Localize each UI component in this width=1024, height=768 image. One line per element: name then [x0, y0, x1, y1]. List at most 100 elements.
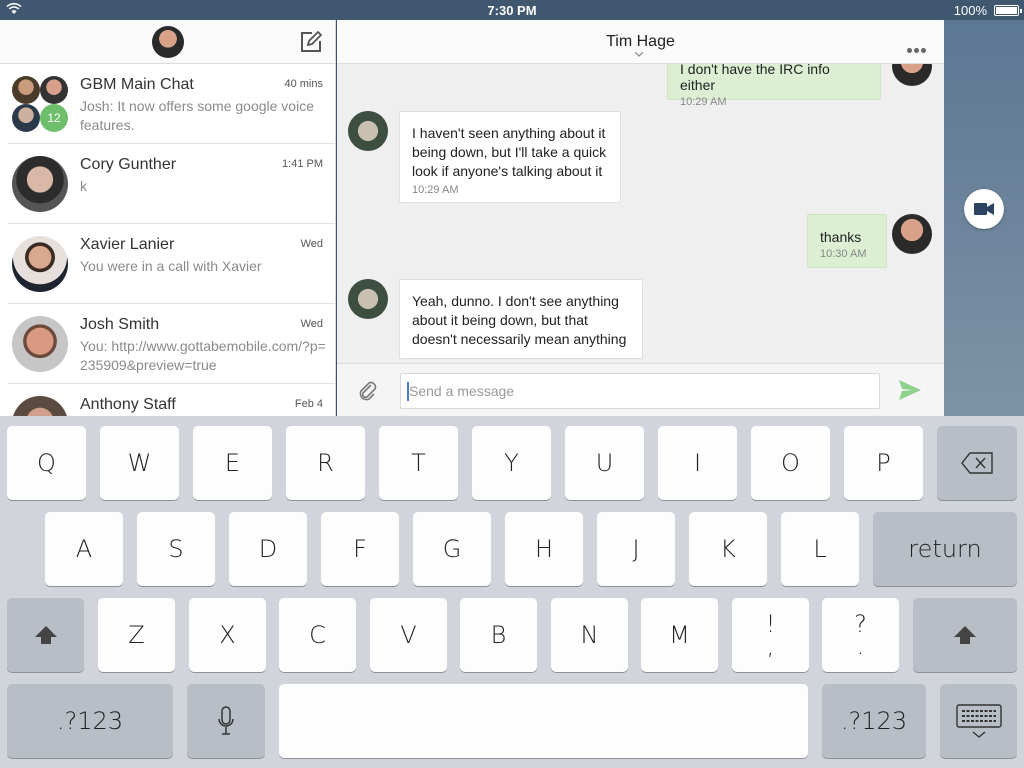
status-bar: 7:30 PM 100% — [0, 0, 1024, 20]
message-composer — [337, 363, 944, 416]
avatar — [12, 316, 68, 372]
conversation-item-xavier-lanier[interactable]: Xavier Lanier Wed You were in a call wit… — [8, 224, 335, 304]
conversation-snippet: Josh: It now offers some google voice fe… — [80, 98, 314, 133]
message-text: Yeah, dunno. I don't see anything about … — [412, 293, 627, 347]
chat-panel: I don't have the IRC info either 10:29 A… — [337, 20, 944, 416]
key-q[interactable]: Q — [7, 426, 86, 500]
key-w[interactable]: W — [100, 426, 179, 500]
conversation-item-cory-gunther[interactable]: Cory Gunther 1:41 PM k — [8, 144, 335, 224]
message-time: 10:30 AM — [820, 248, 867, 260]
key-exclamation-comma[interactable]: !, — [732, 598, 809, 672]
keyboard-dismiss-icon — [956, 704, 1002, 738]
contact-avatar — [348, 111, 388, 151]
chat-title[interactable]: Tim Hage — [337, 33, 944, 51]
key-question-period[interactable]: ?. — [822, 598, 899, 672]
conversation-time: Feb 4 — [294, 398, 323, 410]
key-r[interactable]: R — [286, 426, 365, 500]
key-k[interactable]: K — [689, 512, 767, 586]
conversation-snippet: You: http://www.gottabemobile.com/?p=235… — [80, 338, 326, 373]
message-outgoing: thanks 10:30 AM — [807, 214, 887, 268]
key-p[interactable]: P — [844, 426, 923, 500]
unread-badge: 12 — [40, 104, 68, 132]
numbers-key-left[interactable]: .?123 — [7, 684, 173, 758]
key-e[interactable]: E — [193, 426, 272, 500]
video-call-icon — [974, 203, 994, 215]
conversation-item-gbm-main-chat[interactable]: 12 GBM Main Chat 40 mins Josh: It now of… — [8, 64, 335, 144]
message-time: 10:29 AM — [412, 184, 459, 196]
send-icon[interactable] — [899, 380, 921, 400]
key-o[interactable]: O — [751, 426, 830, 500]
conversation-time: 1:41 PM — [282, 158, 323, 170]
message-text: I don't have the IRC info either — [680, 61, 830, 93]
message-field[interactable] — [400, 373, 880, 409]
battery-percent: 100% — [953, 3, 987, 18]
key-u[interactable]: U — [565, 426, 644, 500]
shift-icon — [35, 626, 57, 644]
shift-icon — [954, 626, 976, 644]
group-avatar: 12 — [10, 74, 70, 134]
conversation-name: Josh Smith — [80, 316, 160, 333]
key-d[interactable]: D — [229, 512, 307, 586]
dismiss-keyboard-key[interactable] — [940, 684, 1017, 758]
my-avatar[interactable] — [152, 26, 184, 58]
conversation-name: Xavier Lanier — [80, 236, 175, 253]
avatar — [12, 236, 68, 292]
key-l[interactable]: L — [781, 512, 859, 586]
conversation-name: GBM Main Chat — [80, 76, 194, 93]
battery-icon — [994, 5, 1022, 16]
key-t[interactable]: T — [379, 426, 458, 500]
key-f[interactable]: F — [321, 512, 399, 586]
key-b[interactable]: B — [460, 598, 537, 672]
shift-key-right[interactable] — [913, 598, 1017, 672]
conversation-time: Wed — [300, 318, 323, 330]
key-j[interactable]: J — [597, 512, 675, 586]
key-x[interactable]: X — [189, 598, 266, 672]
attach-icon[interactable] — [357, 380, 379, 402]
sidebar-header — [0, 20, 335, 64]
message-text: thanks — [820, 229, 862, 245]
key-g[interactable]: G — [413, 512, 491, 586]
conversation-item-anthony-staff[interactable]: Anthony Staff Feb 4 — [8, 384, 335, 416]
delete-icon — [961, 452, 993, 474]
message-incoming: Yeah, dunno. I don't see anything about … — [399, 279, 643, 359]
chevron-down-icon[interactable] — [635, 52, 643, 57]
conversation-name: Anthony Staff — [80, 396, 176, 413]
status-time: 7:30 PM — [487, 3, 537, 18]
avatar — [12, 156, 68, 212]
key-m[interactable]: M — [641, 598, 718, 672]
key-z[interactable]: Z — [98, 598, 175, 672]
chat-header: Tim Hage — [337, 20, 944, 64]
key-h[interactable]: H — [505, 512, 583, 586]
contact-avatar — [348, 279, 388, 319]
shift-key-left[interactable] — [7, 598, 84, 672]
conversation-snippet: You were in a call with Xavier — [80, 258, 262, 274]
more-icon[interactable] — [907, 40, 928, 58]
return-key[interactable]: return — [873, 512, 1017, 586]
key-n[interactable]: N — [551, 598, 628, 672]
compose-icon[interactable] — [300, 31, 322, 53]
key-c[interactable]: C — [279, 598, 356, 672]
video-call-button[interactable] — [964, 189, 1004, 229]
mic-icon — [218, 706, 234, 735]
space-key[interactable] — [279, 684, 808, 758]
key-s[interactable]: S — [137, 512, 215, 586]
message-time: 10:29 AM — [680, 96, 727, 108]
numbers-key-right[interactable]: .?123 — [822, 684, 926, 758]
my-avatar — [892, 214, 932, 254]
conversation-name: Cory Gunther — [80, 156, 177, 173]
avatar — [12, 396, 68, 416]
key-y[interactable]: Y — [472, 426, 551, 500]
conversation-time: Wed — [300, 238, 323, 250]
key-a[interactable]: A — [45, 512, 123, 586]
delete-key[interactable] — [937, 426, 1017, 500]
message-incoming: I haven't seen anything about it being d… — [399, 111, 621, 203]
conversation-time: 40 mins — [284, 78, 323, 90]
conversation-snippet: k — [80, 178, 87, 194]
conversation-list: 12 GBM Main Chat 40 mins Josh: It now of… — [0, 20, 336, 416]
dictation-key[interactable] — [187, 684, 265, 758]
message-text: I haven't seen anything about it being d… — [412, 125, 607, 179]
key-v[interactable]: V — [370, 598, 447, 672]
conversation-item-josh-smith[interactable]: Josh Smith Wed You: http://www.gottabemo… — [8, 304, 335, 384]
key-i[interactable]: I — [658, 426, 737, 500]
message-input[interactable] — [409, 374, 869, 408]
